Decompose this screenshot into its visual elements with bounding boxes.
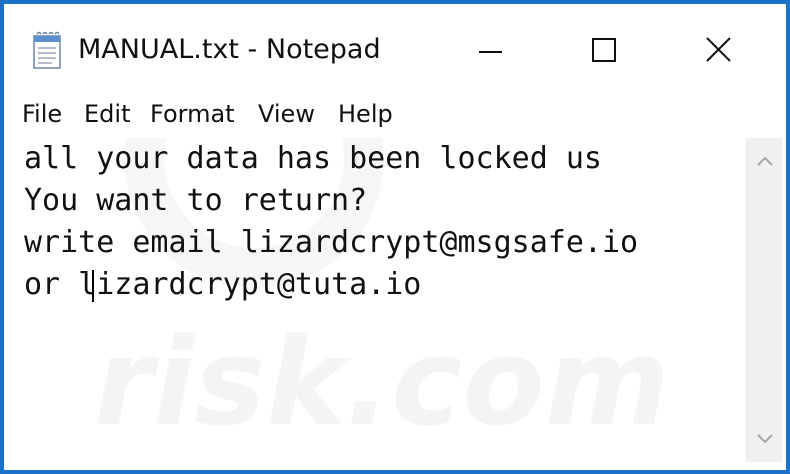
maximize-icon xyxy=(592,38,616,62)
editor-line-2: You want to return? xyxy=(24,183,368,218)
minimize-button[interactable] xyxy=(462,28,518,72)
text-editor[interactable]: risk.com all your data has been locked u… xyxy=(4,138,746,462)
vertical-scrollbar[interactable] xyxy=(746,138,782,462)
notepad-icon xyxy=(30,30,66,70)
chevron-up-icon xyxy=(757,156,773,166)
close-icon xyxy=(706,37,731,62)
title-bar[interactable]: MANUAL.txt - Notepad xyxy=(4,4,786,90)
menu-edit[interactable]: Edit xyxy=(84,92,130,136)
window-title: MANUAL.txt - Notepad xyxy=(78,34,381,65)
menu-format[interactable]: Format xyxy=(150,92,235,136)
editor-line-1: all your data has been locked us xyxy=(24,141,602,176)
menu-bar: File Edit Format View Help xyxy=(4,92,786,136)
watermark-text: risk.com xyxy=(94,314,670,453)
editor-line-3: write email lizardcrypt@msgsafe.io xyxy=(24,225,639,260)
editor-line-4: or lizardcrypt@tuta.io xyxy=(24,267,422,302)
menu-view[interactable]: View xyxy=(258,92,315,136)
maximize-button[interactable] xyxy=(576,28,632,72)
minimize-icon xyxy=(479,51,502,53)
scroll-down-button[interactable] xyxy=(747,420,783,456)
close-button[interactable] xyxy=(690,28,746,72)
chevron-down-icon xyxy=(757,434,773,444)
scroll-up-button[interactable] xyxy=(747,144,783,180)
menu-file[interactable]: File xyxy=(22,92,62,136)
text-caret xyxy=(92,270,94,302)
notepad-window: MANUAL.txt - Notepad File Edit Format Vi… xyxy=(4,4,786,470)
menu-help[interactable]: Help xyxy=(338,92,393,136)
